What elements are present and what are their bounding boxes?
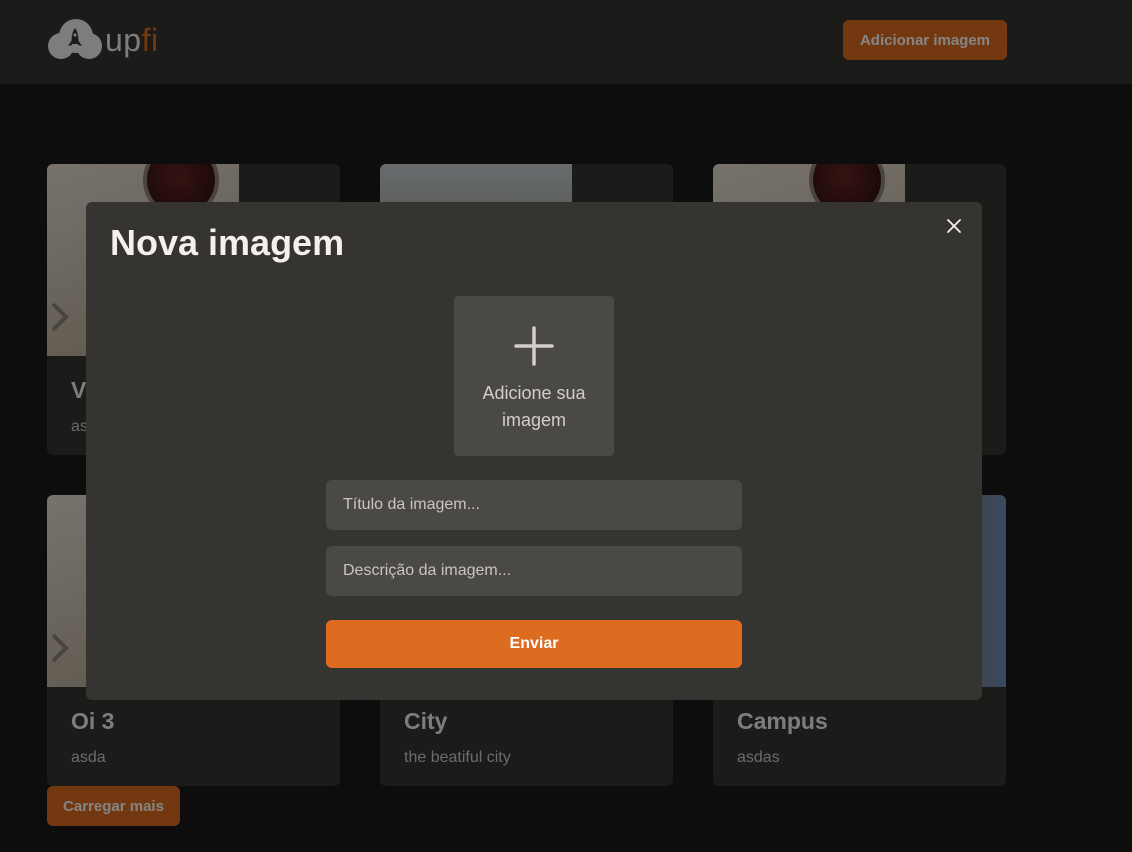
plus-icon [514, 326, 554, 366]
image-description-input[interactable] [326, 546, 742, 596]
modal-title: Nova imagem [110, 222, 345, 263]
page: upfi Adicionar imagem Vá asdas Oi 3 asda [0, 0, 1132, 852]
new-image-modal: Nova imagem Adicione sua imagem Enviar [86, 202, 982, 700]
dropzone-label: Adicione sua imagem [482, 383, 586, 430]
image-title-input[interactable] [326, 480, 742, 530]
close-icon [947, 219, 961, 233]
submit-button[interactable]: Enviar [326, 620, 742, 668]
image-dropzone[interactable]: Adicione sua imagem [454, 296, 614, 456]
close-button[interactable] [942, 214, 966, 238]
